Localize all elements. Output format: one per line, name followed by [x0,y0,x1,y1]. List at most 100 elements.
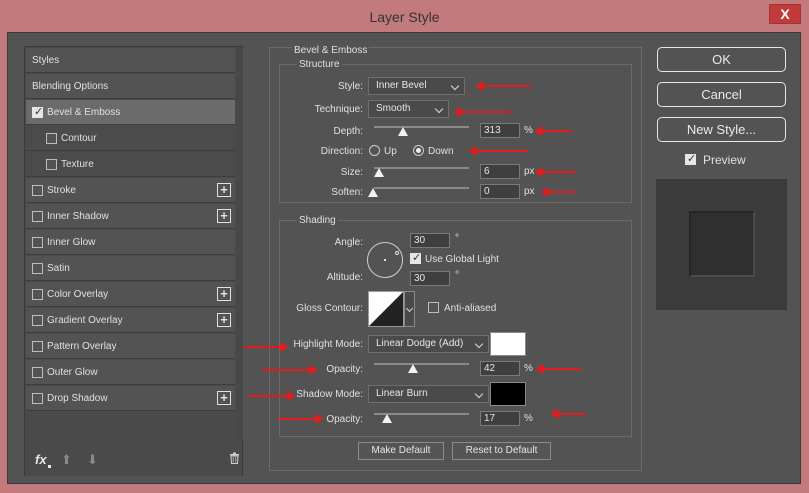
use-global-light-label: Use Global Light [425,254,499,265]
style-item-label: Inner Shadow [47,211,109,222]
trash-icon[interactable] [229,452,240,467]
ok-button[interactable]: OK [657,47,786,72]
style-item-checkbox[interactable] [32,315,43,326]
arrow-up-icon[interactable]: ⬆ [61,452,72,468]
make-default-button[interactable]: Make Default [358,442,444,460]
close-button[interactable]: X [769,4,801,24]
style-item-blending-options[interactable]: Blending Options [26,74,235,99]
style-item-bevel-emboss[interactable]: Bevel & Emboss [26,100,235,125]
cancel-button[interactable]: Cancel [657,82,786,107]
add-effect-plus-icon[interactable]: + [217,287,231,301]
annotation-arrow [468,146,528,156]
style-item-checkbox[interactable] [46,159,57,170]
depth-input[interactable]: 313 [480,123,520,138]
style-item-label: Pattern Overlay [47,341,117,352]
highlight-mode-label: Highlight Mode: [293,339,363,350]
preview-label: Preview [703,153,746,167]
shadow-opacity-input[interactable]: 17 [480,411,520,426]
new-style-button[interactable]: New Style... [657,117,786,142]
anti-aliased-checkbox[interactable] [428,302,439,313]
style-item-checkbox[interactable] [32,289,43,300]
style-item-satin[interactable]: Satin [26,256,235,281]
style-item-label: Stroke [47,185,76,196]
size-label: Size: [340,167,363,178]
style-item-inner-glow[interactable]: Inner Glow [26,230,235,255]
add-effect-plus-icon[interactable]: + [217,391,231,405]
shadow-mode-dropdown[interactable]: Linear Burn [368,385,489,403]
angle-input[interactable]: 30 [410,233,450,248]
style-item-color-overlay[interactable]: Color Overlay + [26,282,235,307]
gloss-contour-dropdown[interactable] [404,291,415,327]
styles-list-panel: Styles Blending Options Bevel & Emboss Cont… [24,46,243,476]
style-preview-thumbnail [656,179,787,310]
size-unit: px [524,166,535,177]
direction-down-label: Down [428,146,454,157]
style-item-contour[interactable]: Contour [26,126,235,151]
shadow-opacity-slider-thumb[interactable] [382,414,392,423]
highlight-opacity-slider-thumb[interactable] [408,364,418,373]
annotation-arrow [278,414,324,424]
depth-label: Depth: [333,126,363,137]
technique-dropdown[interactable]: Smooth [368,100,449,118]
annotation-arrow [540,187,576,197]
structure-title: Structure [297,59,342,70]
direction-label: Direction: [320,146,363,157]
style-item-checkbox[interactable] [32,341,43,352]
soften-slider-thumb[interactable] [368,188,378,197]
window-bottom-edge [0,486,809,493]
size-input[interactable]: 6 [480,164,520,179]
style-item-checkbox[interactable] [32,367,43,378]
style-item-checkbox[interactable] [32,211,43,222]
style-item-label: Inner Glow [47,237,96,248]
style-item-label: Bevel & Emboss [47,107,121,118]
style-item-inner-shadow[interactable]: Inner Shadow + [26,204,235,229]
style-item-label: Color Overlay [47,289,109,300]
highlight-opacity-input[interactable]: 42 [480,361,520,376]
arrow-down-icon[interactable]: ⬇ [87,452,98,468]
style-item-styles[interactable]: Styles [26,48,235,73]
size-slider-thumb[interactable] [374,168,384,177]
fx-icon[interactable]: fx [35,452,47,467]
preview-bevel-square [689,211,755,277]
style-label: Style: [337,81,363,92]
add-effect-plus-icon[interactable]: + [217,313,231,327]
style-item-checkbox[interactable] [32,393,43,404]
style-dropdown[interactable]: Inner Bevel [368,77,465,95]
add-effect-plus-icon[interactable]: + [217,209,231,223]
preview-checkbox[interactable] [685,152,696,165]
highlight-opacity-slider-track[interactable] [374,363,469,365]
highlight-color-swatch[interactable] [490,332,526,356]
style-item-pattern-overlay[interactable]: Pattern Overlay [26,334,235,359]
style-item-label: Satin [47,263,70,274]
add-effect-plus-icon[interactable]: + [217,183,231,197]
style-item-checkbox[interactable] [32,185,43,196]
altitude-input[interactable]: 30 [410,271,450,286]
size-slider-track[interactable] [374,167,469,169]
style-item-checkbox[interactable] [32,237,43,248]
depth-slider-track[interactable] [374,126,469,128]
gloss-contour-picker[interactable] [368,291,404,327]
depth-slider-thumb[interactable] [398,127,408,136]
style-item-checkbox[interactable] [32,263,43,274]
reset-to-default-button[interactable]: Reset to Default [452,442,551,460]
list-scrollbar[interactable] [236,48,243,441]
shadow-color-swatch[interactable] [490,382,526,406]
style-item-texture[interactable]: Texture [26,152,235,177]
soften-input[interactable]: 0 [480,184,520,199]
styles-list-footer: fx ⬆ ⬇ [25,443,242,476]
shading-title: Shading [297,215,338,226]
use-global-light-checkbox[interactable] [410,251,421,264]
style-item-stroke[interactable]: Stroke + [26,178,235,203]
style-item-gradient-overlay[interactable]: Gradient Overlay + [26,308,235,333]
angle-dial[interactable] [367,242,403,278]
annotation-arrow [534,167,576,177]
style-item-drop-shadow[interactable]: Drop Shadow + [26,386,235,411]
direction-down-radio[interactable] [413,145,424,156]
soften-slider-track[interactable] [374,187,469,189]
highlight-mode-dropdown[interactable]: Linear Dodge (Add) [368,335,489,353]
direction-up-radio[interactable] [369,145,380,156]
style-item-checkbox[interactable] [32,105,43,118]
style-item-checkbox[interactable] [46,133,57,144]
style-item-outer-glow[interactable]: Outer Glow [26,360,235,385]
highlight-opacity-unit: % [524,363,533,374]
